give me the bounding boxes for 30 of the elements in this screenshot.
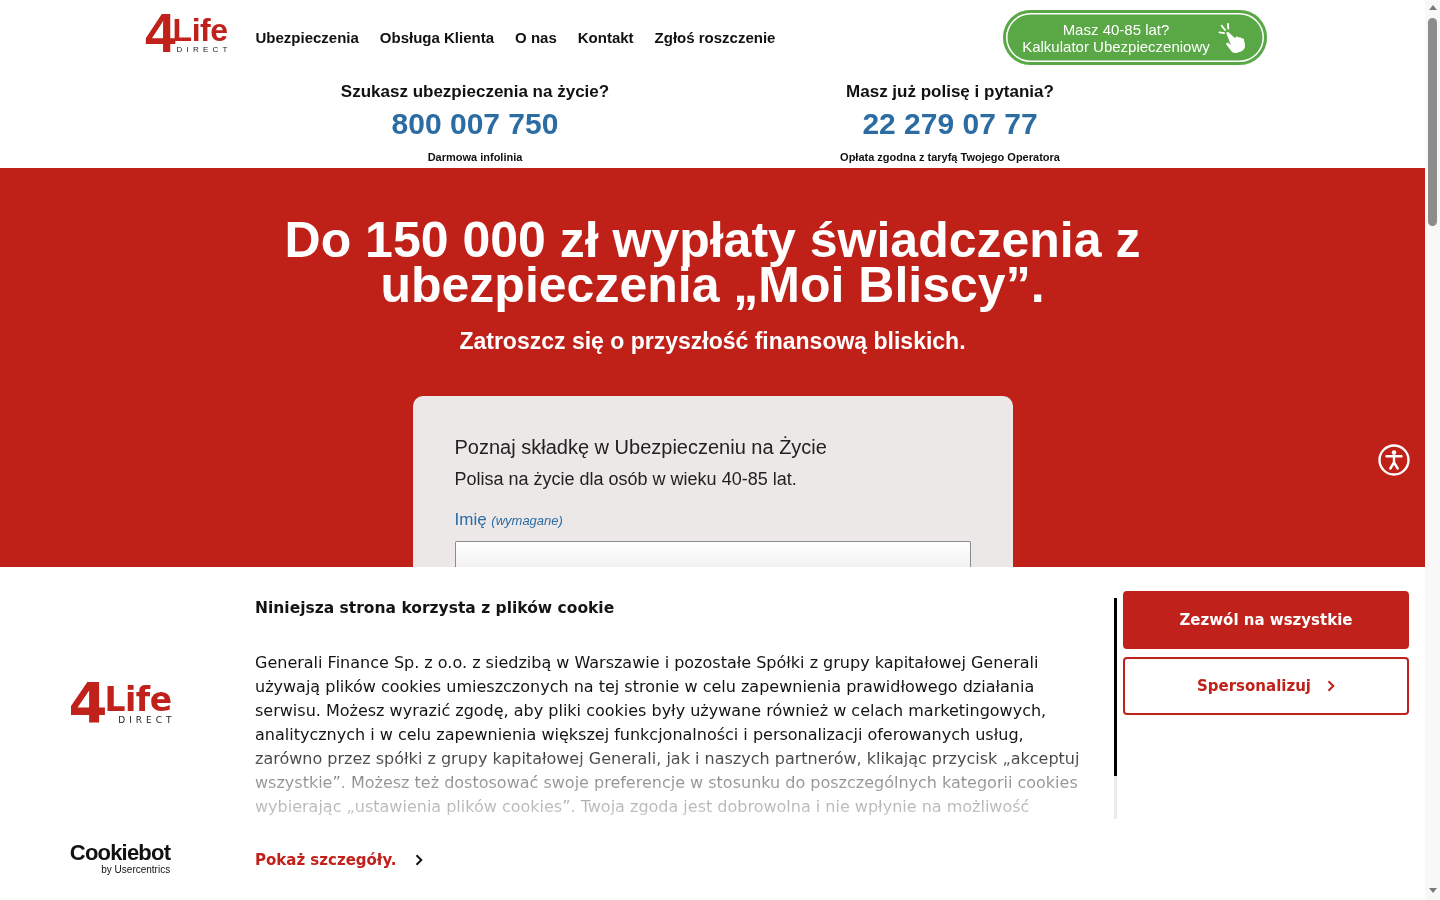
- chevron-right-icon: [1327, 680, 1335, 692]
- nav-link[interactable]: Ubezpieczenia: [255, 29, 359, 46]
- contact-note: Darmowa infolinia: [427, 150, 523, 164]
- field-label: Imię (wymagane): [454, 509, 563, 531]
- scroll-up-icon[interactable]: [1428, 5, 1437, 10]
- contact-note: Opłata zgodna z taryfą Twojego Operatora: [840, 150, 1060, 164]
- form-description: Polisa na życie dla osób w wieku 40-85 lat.: [454, 468, 797, 490]
- nav-link[interactable]: Obsługa Klienta: [379, 29, 495, 46]
- phone-link[interactable]: 800 007 750: [391, 107, 559, 141]
- form-title: Poznaj składkę w Ubezpieczeniu na Życie: [454, 435, 827, 459]
- details-link[interactable]: Pokaż szczegóły.: [255, 850, 423, 870]
- cookie-title: Niniejsza strona korzysta z plików cookie: [255, 598, 616, 618]
- input-field[interactable]: [454, 541, 971, 567]
- hero-subtitle: Zatroszcz się o przyszłość finansową bliskich.: [459, 327, 966, 355]
- nav-link[interactable]: O nas: [515, 29, 557, 46]
- scrollbar[interactable]: [1114, 598, 1117, 819]
- hand-tap-icon: [1217, 22, 1248, 53]
- contact-heading: Masz już polisę i pytania?: [846, 82, 1054, 102]
- chevron-right-icon: [414, 854, 423, 866]
- scrollbar-thumb[interactable]: [1428, 18, 1437, 226]
- contact-heading: Szukasz ubezpieczenia na życie?: [340, 82, 610, 102]
- cookiebot-logo: Cookiebot by Usercentrics: [69, 843, 171, 876]
- allow-all-button[interactable]: Zezwól na wszystkie: [1123, 591, 1409, 649]
- nav-link[interactable]: Kontakt: [577, 29, 634, 46]
- scrollbar[interactable]: [1425, 0, 1440, 900]
- customize-button[interactable]: Spersonalizuj: [1123, 657, 1409, 715]
- accessibility-icon[interactable]: [1378, 444, 1410, 476]
- nav-link[interactable]: Zgłoś roszczenie: [654, 29, 776, 46]
- scroll-down-icon[interactable]: [1428, 888, 1437, 893]
- phone-link[interactable]: 22 279 07 77: [862, 107, 1038, 141]
